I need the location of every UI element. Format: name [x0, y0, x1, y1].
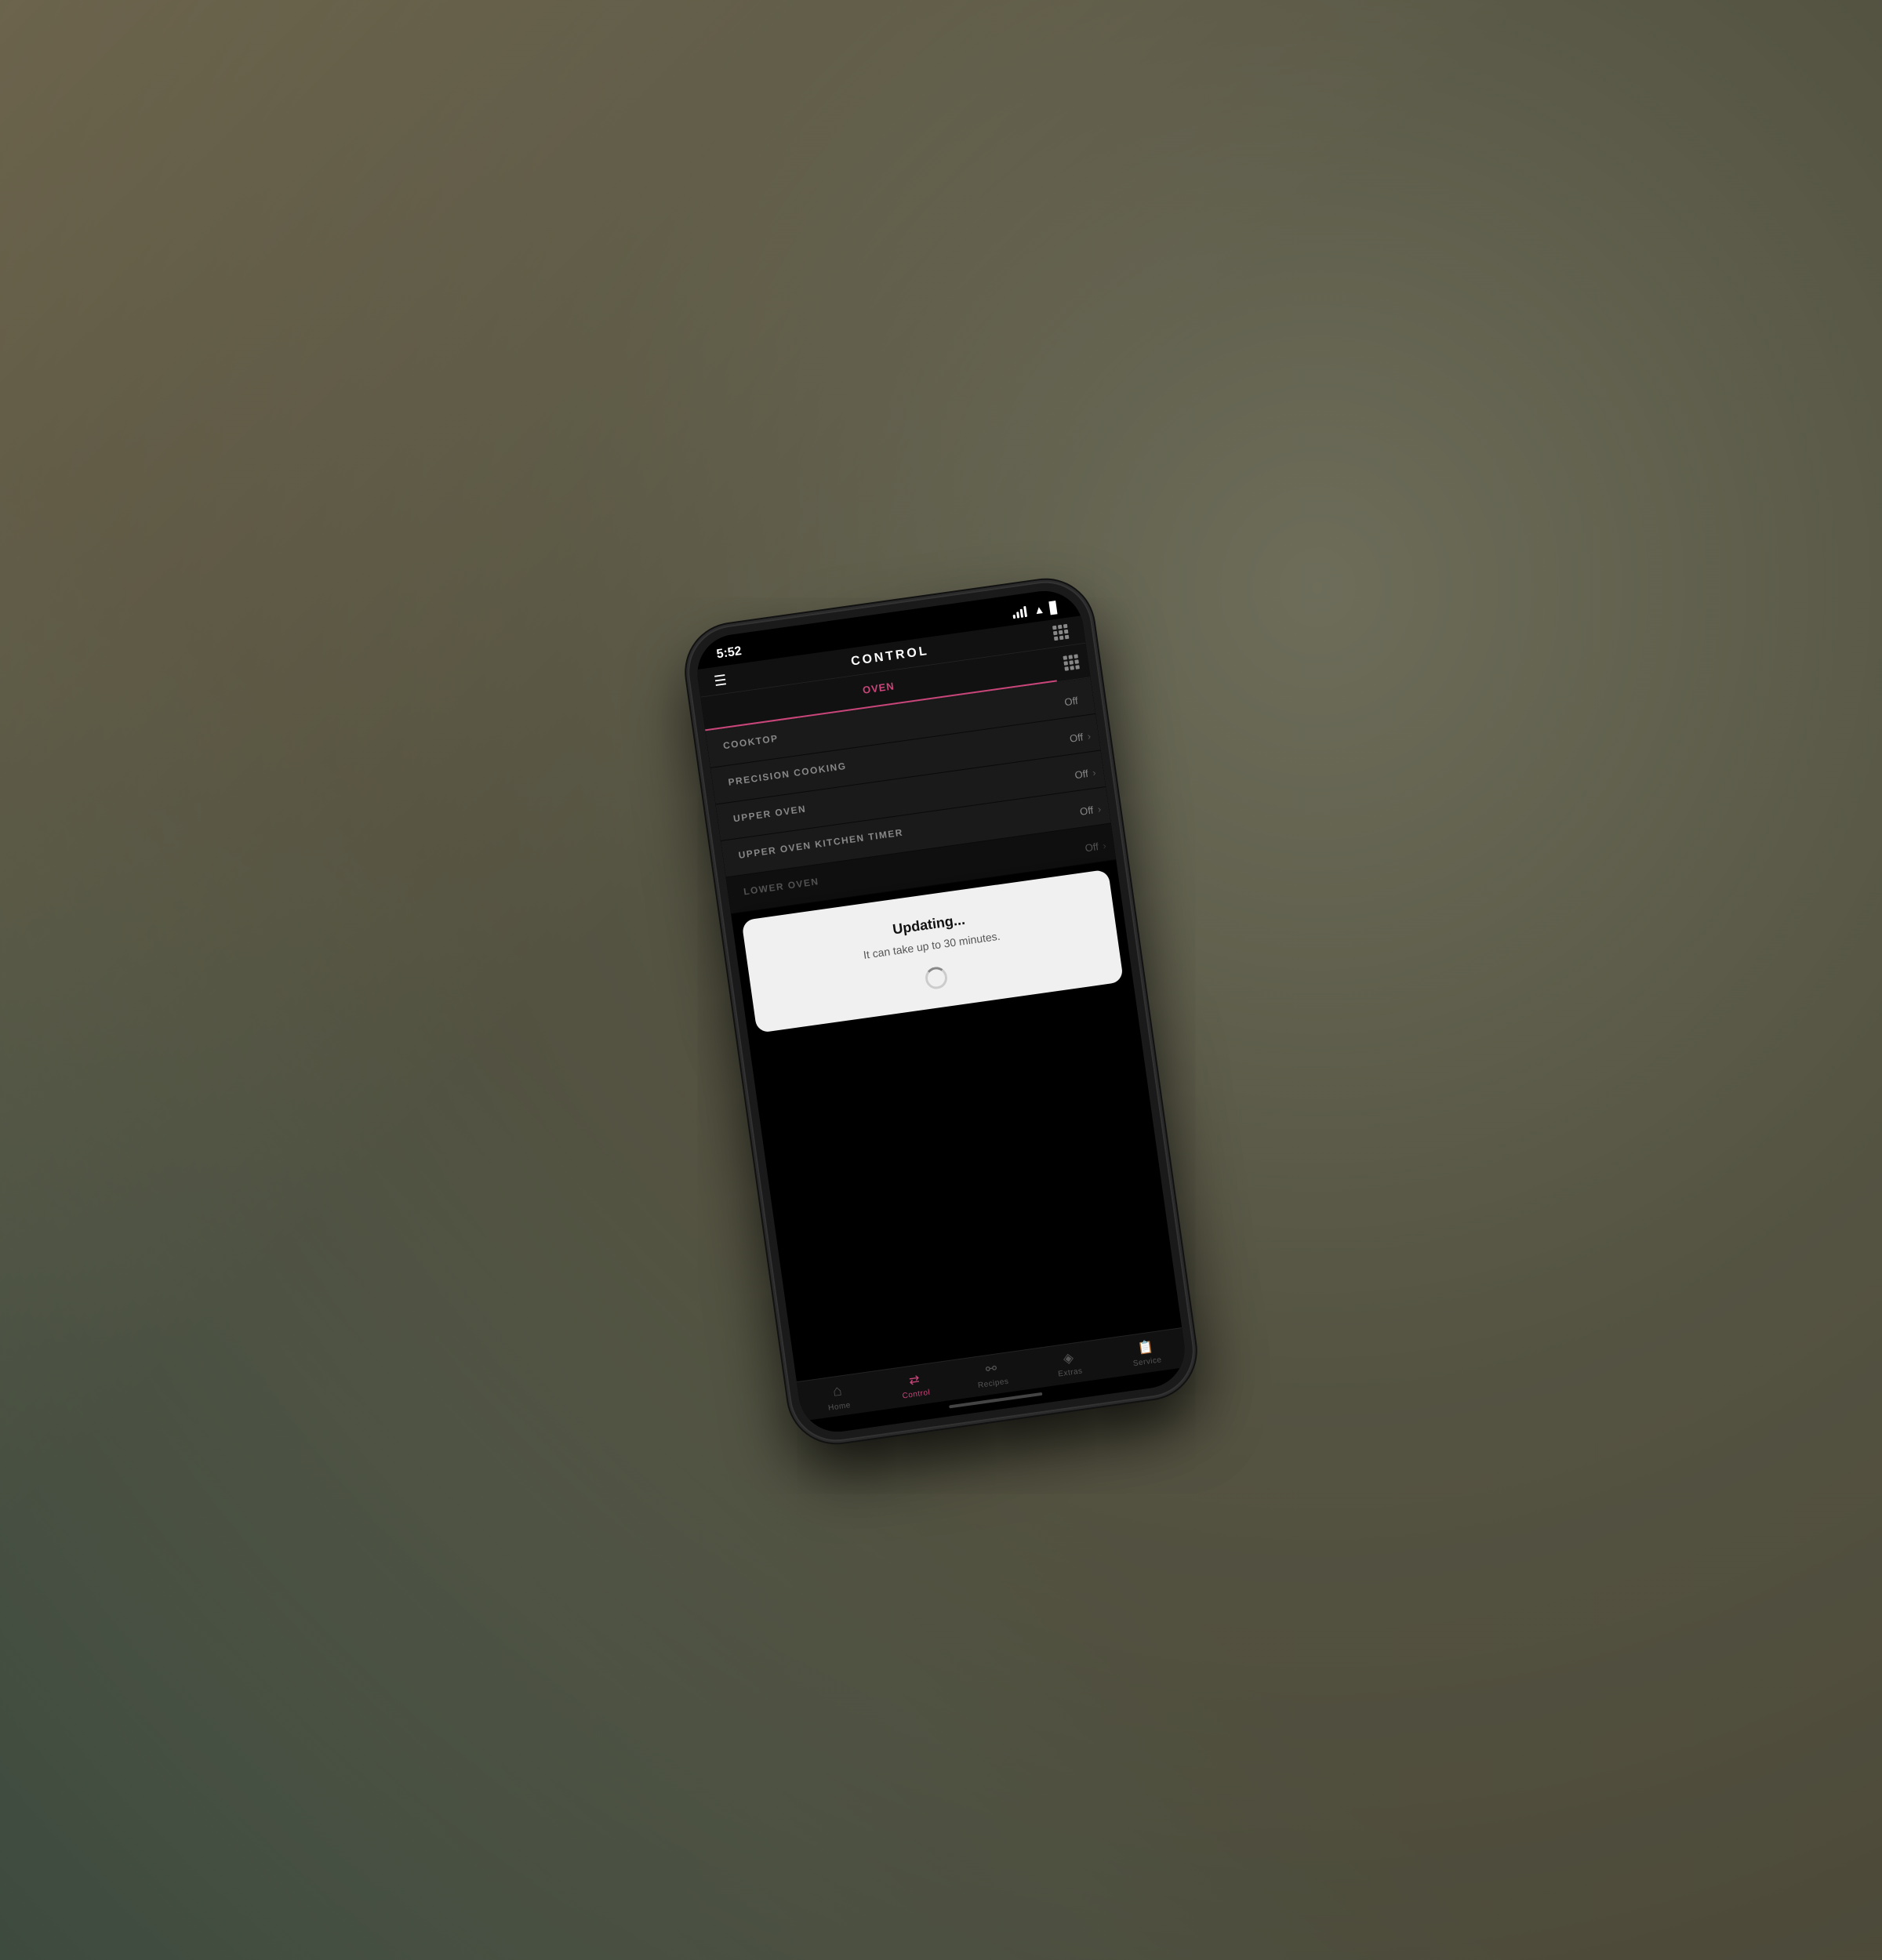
chevron-icon: ›	[1097, 803, 1102, 815]
chevron-icon: ›	[1102, 840, 1106, 851]
battery-icon: ▊	[1049, 601, 1059, 615]
loading-spinner	[924, 966, 949, 991]
control-value-precision: Off	[1069, 731, 1084, 744]
control-value-lower-oven: Off	[1085, 840, 1099, 854]
control-value-kitchen-timer: Off	[1079, 804, 1094, 818]
nav-item-extras[interactable]: ◈ Extras	[1029, 1345, 1110, 1384]
status-icons: ▲ ▊	[1012, 601, 1059, 620]
control-icon: ⇄	[908, 1371, 921, 1388]
nav-item-control[interactable]: ⇄ Control	[874, 1367, 955, 1406]
chevron-icon: ›	[1092, 767, 1096, 779]
service-icon: 📋	[1136, 1339, 1154, 1357]
nav-item-home[interactable]: ⌂ Home	[797, 1377, 878, 1416]
nav-item-recipes[interactable]: ⚯ Recipes	[952, 1356, 1033, 1395]
add-button[interactable]	[1052, 624, 1069, 641]
tab-apps-icon[interactable]	[1052, 644, 1091, 682]
home-icon: ⌂	[832, 1382, 843, 1400]
apps-grid-icon	[1063, 654, 1079, 670]
wifi-icon: ▲	[1033, 603, 1045, 617]
chevron-icon: ›	[1087, 730, 1092, 742]
signal-icon	[1012, 606, 1028, 619]
extras-icon: ◈	[1063, 1350, 1075, 1367]
nav-label-home: Home	[828, 1401, 852, 1413]
control-value-cooktop: Off	[1064, 695, 1079, 708]
nav-label-extras: Extras	[1058, 1367, 1084, 1378]
menu-button[interactable]: ☰	[713, 673, 727, 688]
grid-icon	[1052, 624, 1069, 641]
nav-label-control: Control	[902, 1388, 931, 1401]
nav-item-service[interactable]: 📋 Service	[1106, 1334, 1186, 1373]
nav-label-recipes: Recipes	[977, 1377, 1009, 1390]
status-time: 5:52	[716, 644, 743, 662]
page-title: CONTROL	[850, 644, 930, 669]
nav-label-service: Service	[1132, 1356, 1162, 1368]
empty-screen-area	[749, 988, 1182, 1381]
control-value-upper-oven: Off	[1074, 768, 1089, 781]
recipes-icon: ⚯	[985, 1361, 998, 1378]
